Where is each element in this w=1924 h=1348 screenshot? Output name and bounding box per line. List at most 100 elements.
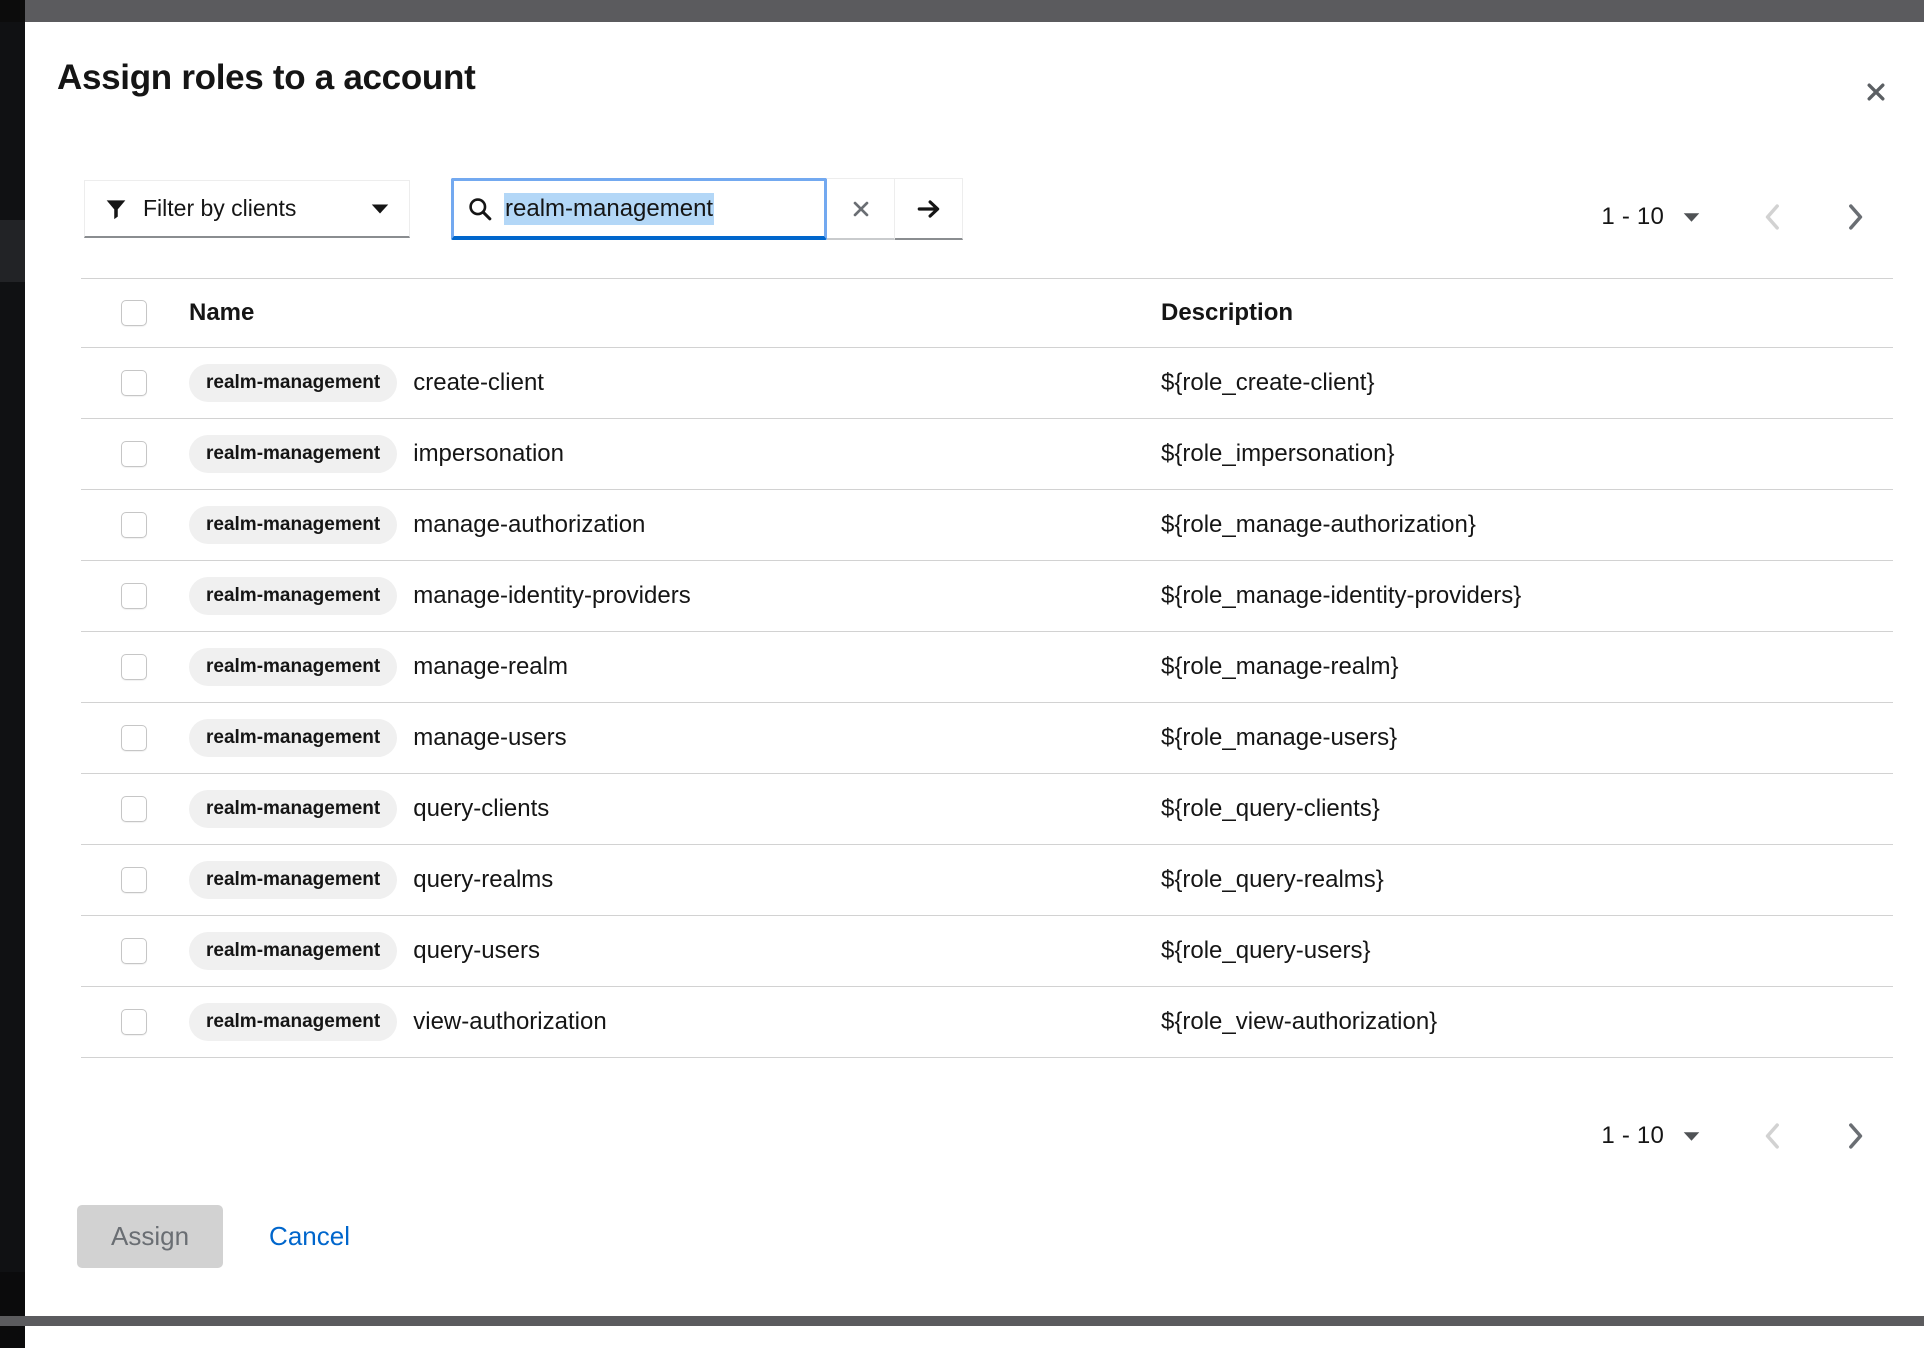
role-description-label: ${role_manage-users}: [1161, 724, 1397, 752]
role-description-label: ${role_create-client}: [1161, 369, 1374, 397]
clear-search-button[interactable]: [827, 178, 895, 240]
table-row[interactable]: realm-managementquery-realms${role_query…: [81, 845, 1893, 916]
table-row[interactable]: realm-management manage-identity-provider…: [81, 561, 1893, 632]
role-name-label: query-realms: [413, 866, 553, 894]
close-icon[interactable]: [1854, 70, 1898, 114]
row-select-cell: [81, 441, 147, 467]
table-row[interactable]: realm-management manage-users ${role_manag…: [81, 703, 1893, 774]
caret-down-icon[interactable]: [1674, 200, 1708, 234]
table-row[interactable]: realm-managementmanage-realm${role_manag…: [81, 632, 1893, 703]
modal-footer: Assign Cancel: [25, 1156, 1924, 1316]
cancel-button[interactable]: Cancel: [257, 1205, 362, 1268]
role-description-cell: ${role_query-users}: [1159, 937, 1893, 965]
role-description-label: ${role_manage-authorization}: [1161, 511, 1476, 539]
modal-title: Assign roles to a account: [57, 58, 475, 98]
table-row[interactable]: realm-management impersonation ${role_impe…: [81, 419, 1893, 490]
table-row[interactable]: realm-managementmanage-authorization${ro…: [81, 490, 1893, 561]
client-badge: realm-management: [189, 932, 397, 970]
app-masthead: [25, 0, 1924, 22]
role-description-cell: ${role_query-clients}: [1159, 795, 1893, 823]
role-name-label: impersonation: [413, 440, 564, 468]
row-select-cell: [81, 938, 147, 964]
assign-button[interactable]: Assign: [77, 1205, 223, 1268]
app-sidebar[interactable]: [0, 22, 25, 1300]
client-badge: realm-management: [189, 506, 397, 544]
caret-down-icon[interactable]: [1674, 1119, 1708, 1153]
table-row[interactable]: realm-managementcreate-client${role_crea…: [81, 348, 1893, 419]
role-name-label: manage-realm: [413, 653, 568, 681]
pagination-bottom: 1 - 10: [1601, 1111, 1878, 1161]
search-input-group: realm-management: [451, 178, 963, 240]
column-header-name: Name: [147, 299, 1159, 327]
row-select-cell: [81, 654, 147, 680]
chevron-left-icon[interactable]: [1750, 1113, 1796, 1159]
row-checkbox[interactable]: [121, 583, 147, 609]
row-checkbox[interactable]: [121, 370, 147, 396]
client-badge: realm-management: [189, 790, 397, 828]
role-description-label: ${role_query-clients}: [1161, 795, 1380, 823]
role-name-label: manage-users: [413, 724, 566, 752]
select-all-checkbox[interactable]: [121, 300, 147, 326]
role-name-cell: realm-management manage-users: [147, 719, 1159, 757]
column-header-description-label: Description: [1161, 299, 1293, 327]
role-description-label: ${role_query-users}: [1161, 937, 1370, 965]
row-select-cell: [81, 512, 147, 538]
row-checkbox[interactable]: [121, 512, 147, 538]
client-badge: realm-management: [189, 435, 397, 473]
column-header-name-label: Name: [189, 299, 254, 327]
table-body: realm-managementcreate-client${role_crea…: [81, 348, 1893, 1058]
role-name-label: query-users: [413, 937, 540, 965]
row-select-cell: [81, 725, 147, 751]
filter-by-clients-dropdown[interactable]: Filter by clients: [84, 180, 410, 238]
row-select-cell: [81, 796, 147, 822]
chevron-right-icon[interactable]: [1832, 1113, 1878, 1159]
role-description-cell: ${role_impersonation}: [1159, 440, 1893, 468]
chevron-down-icon: [371, 203, 389, 215]
role-name-cell: realm-managementcreate-client: [147, 364, 1159, 402]
row-checkbox[interactable]: [121, 938, 147, 964]
pagination-count: 1 - 10: [1601, 1122, 1664, 1150]
role-name-label: query-clients: [413, 795, 549, 823]
role-name-label: view-authorization: [413, 1008, 606, 1036]
row-checkbox[interactable]: [121, 654, 147, 680]
row-select-cell: [81, 867, 147, 893]
row-checkbox[interactable]: [121, 725, 147, 751]
role-description-label: ${role_impersonation}: [1161, 440, 1395, 468]
role-name-cell: realm-management impersonation: [147, 435, 1159, 473]
submit-search-button[interactable]: [895, 178, 963, 240]
column-header-description: Description: [1159, 299, 1893, 327]
sidebar-active-item[interactable]: [0, 220, 25, 282]
funnel-icon: [105, 198, 127, 220]
search-input[interactable]: realm-management: [451, 178, 827, 240]
table-row[interactable]: realm-management query-clients ${role_quer…: [81, 774, 1893, 845]
sidebar-footer-region: [0, 1272, 25, 1348]
pagination-top: 1 - 10: [1601, 192, 1878, 242]
role-description-cell: ${role_manage-identity-providers}: [1159, 582, 1893, 610]
role-name-cell: realm-management manage-identity-provider…: [147, 577, 1159, 615]
row-checkbox[interactable]: [121, 796, 147, 822]
client-badge: realm-management: [189, 577, 397, 615]
table-header-row: Name Description: [81, 278, 1893, 348]
row-select-cell: [81, 583, 147, 609]
search-input-value: realm-management: [504, 193, 714, 225]
row-checkbox[interactable]: [121, 867, 147, 893]
table-row[interactable]: realm-management query-users ${role_query-…: [81, 916, 1893, 987]
row-checkbox[interactable]: [121, 441, 147, 467]
select-all-cell: [81, 300, 147, 326]
role-description-cell: ${role_create-client}: [1159, 369, 1893, 397]
client-badge: realm-management: [189, 1003, 397, 1041]
role-name-cell: realm-management query-users: [147, 932, 1159, 970]
pagination-count: 1 - 10: [1601, 203, 1664, 231]
role-description-label: ${role_manage-identity-providers}: [1161, 582, 1521, 610]
chevron-right-icon[interactable]: [1832, 194, 1878, 240]
role-name-cell: realm-managementmanage-authorization: [147, 506, 1159, 544]
client-badge: realm-management: [189, 719, 397, 757]
role-name-cell: realm-management view-authorization: [147, 1003, 1159, 1041]
row-select-cell: [81, 370, 147, 396]
role-name-label: manage-identity-providers: [413, 582, 690, 610]
table-row[interactable]: realm-managementview-authorization${role…: [81, 987, 1893, 1058]
role-description-label: ${role_manage-realm}: [1161, 653, 1398, 681]
chevron-left-icon[interactable]: [1750, 194, 1796, 240]
row-checkbox[interactable]: [121, 1009, 147, 1035]
role-description-cell: ${role_manage-realm}: [1159, 653, 1893, 681]
